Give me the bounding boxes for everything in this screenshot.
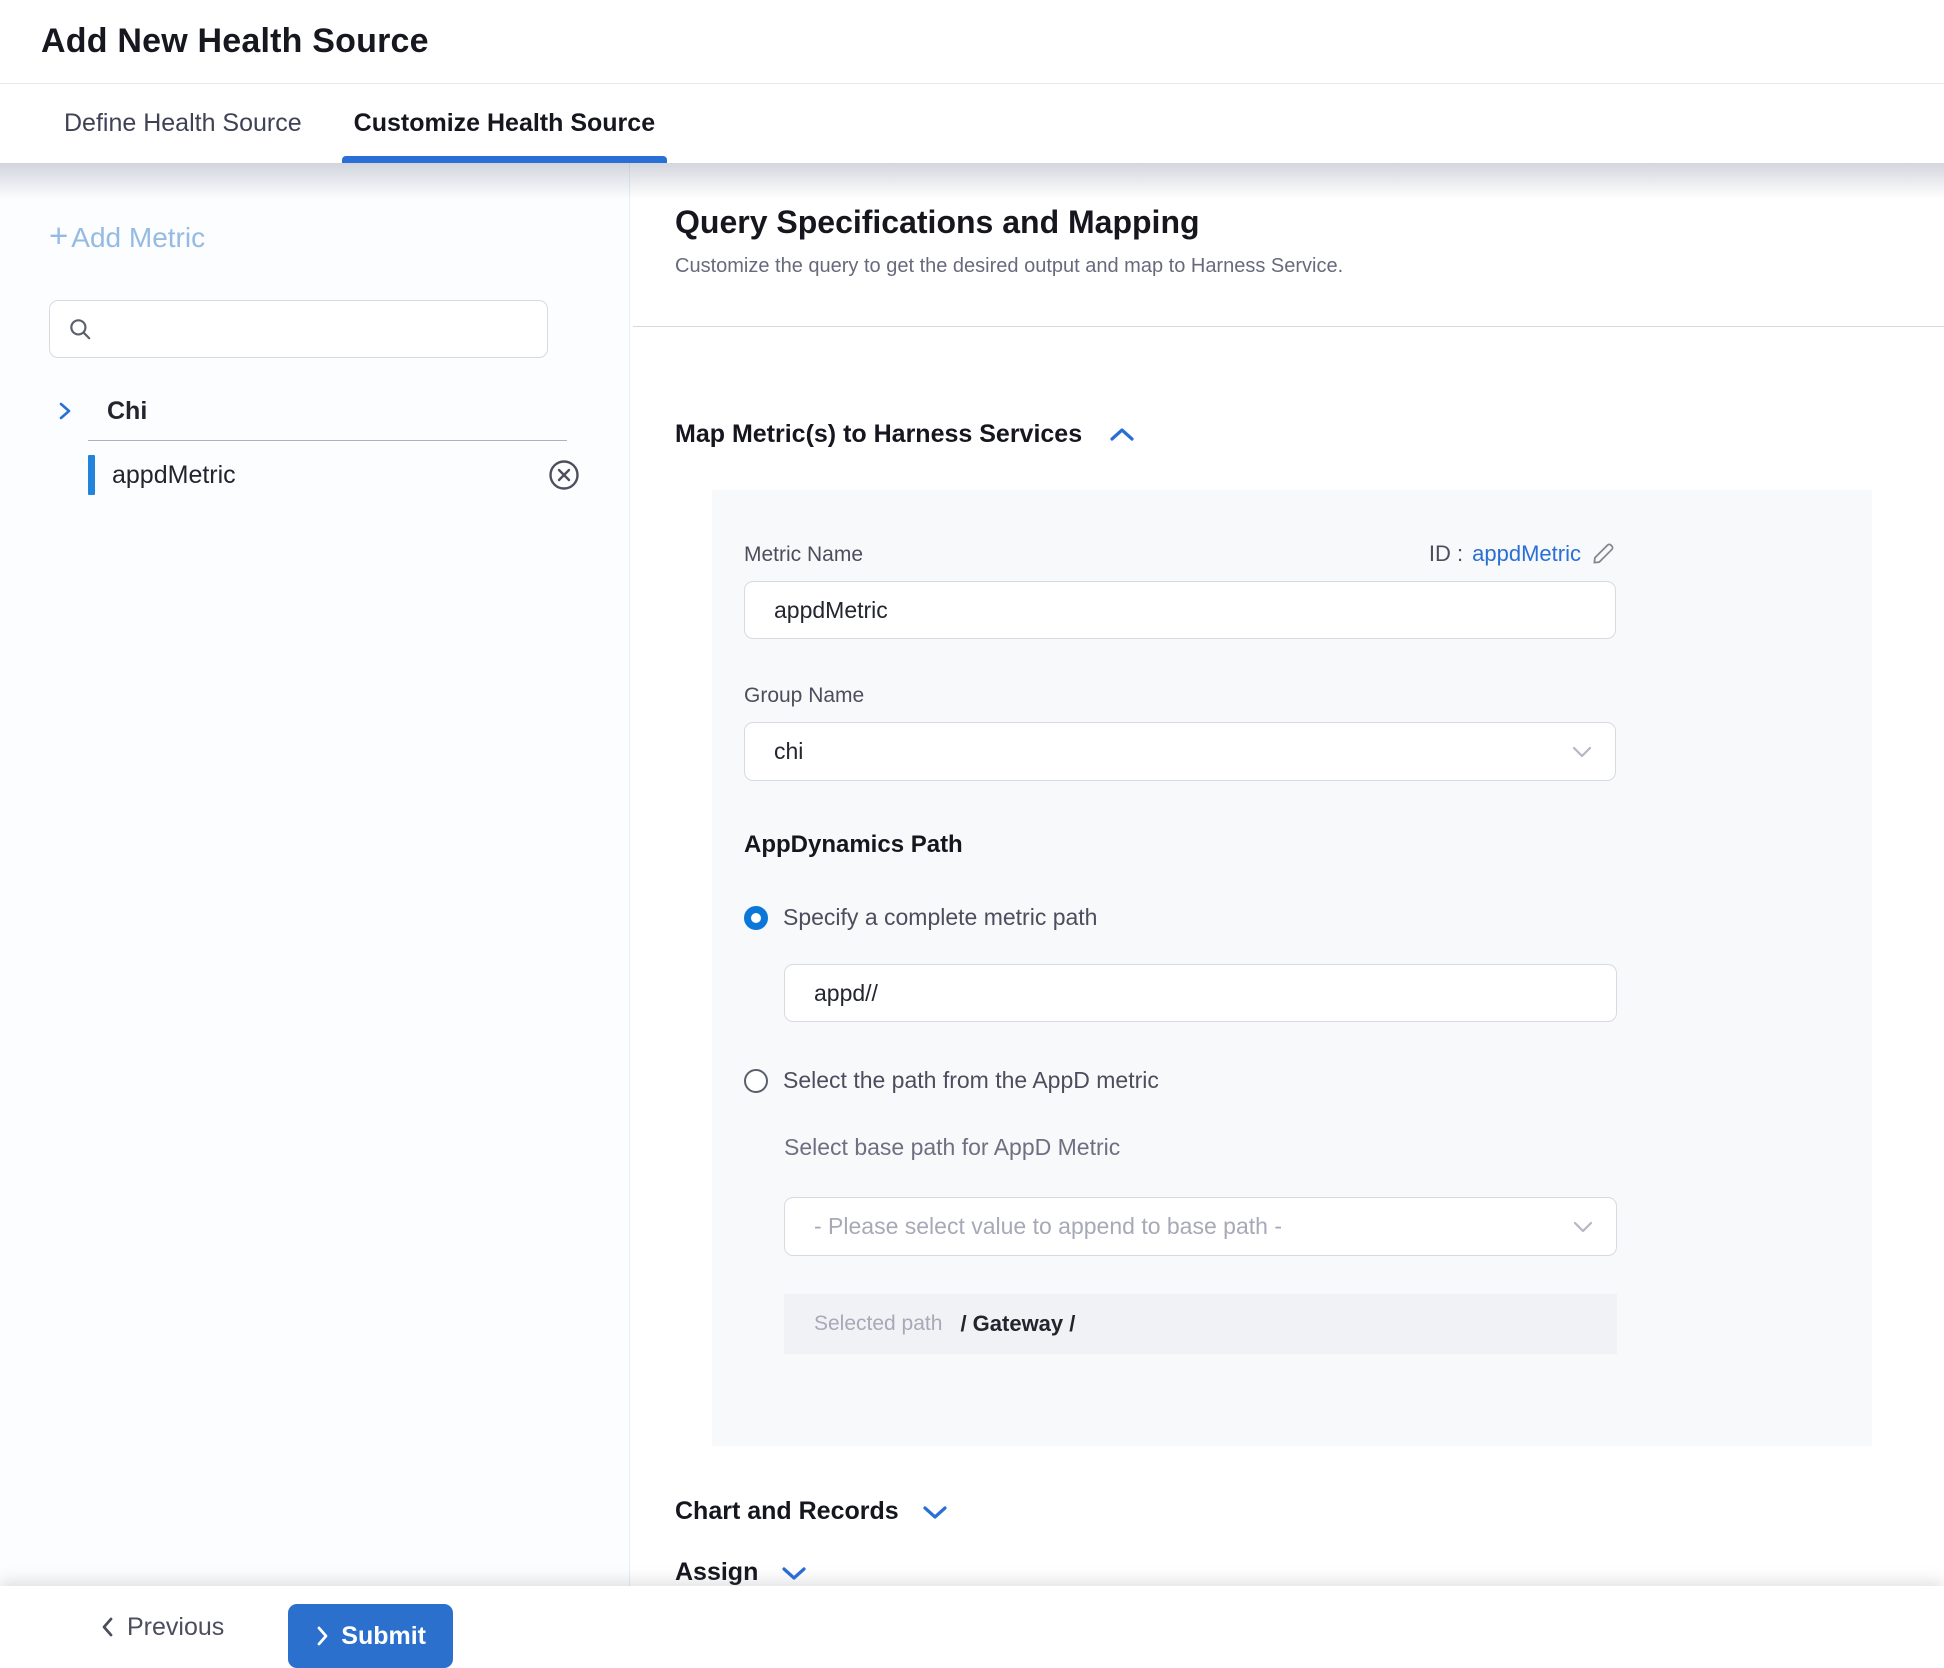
query-spec-panel: Query Specifications and Mapping Customi…	[630, 163, 1944, 1586]
metric-group-row[interactable]: Chi	[49, 388, 567, 434]
chevron-right-icon	[56, 399, 74, 423]
metric-id-link[interactable]: appdMetric	[1472, 541, 1581, 567]
group-name-label: Group Name	[744, 684, 1872, 708]
tab-define-health-source[interactable]: Define Health Source	[52, 84, 314, 163]
chevron-down-icon	[1571, 745, 1593, 759]
metric-search-box[interactable]	[49, 300, 548, 358]
metric-name-input[interactable]	[744, 581, 1616, 639]
wizard-footer: Previous Submit	[0, 1586, 1944, 1668]
section-divider	[633, 326, 1944, 327]
submit-button[interactable]: Submit	[288, 1604, 453, 1668]
remove-circle-x-icon	[547, 458, 581, 492]
metric-id-label: ID :	[1429, 541, 1463, 567]
metric-search-input[interactable]	[103, 301, 547, 357]
page-title: Add New Health Source	[41, 22, 429, 61]
tree-divider	[88, 440, 567, 441]
metric-list-item[interactable]: appdMetric	[49, 451, 567, 499]
previous-button-label: Previous	[127, 1613, 224, 1642]
search-icon	[67, 316, 93, 342]
tab-customize-health-source[interactable]: Customize Health Source	[342, 84, 667, 163]
base-path-placeholder: - Please select value to append to base …	[814, 1213, 1282, 1240]
chevron-down-icon	[780, 1564, 808, 1582]
chevron-down-icon	[1572, 1220, 1594, 1234]
radio-complete-metric-path[interactable]	[744, 906, 768, 930]
selected-path-value: / Gateway /	[960, 1311, 1075, 1337]
chevron-right-icon	[315, 1625, 329, 1647]
radio-complete-metric-path-label[interactable]: Specify a complete metric path	[783, 904, 1097, 931]
metric-name-label: Metric Name	[744, 543, 863, 567]
add-metric-button[interactable]: + Add Metric	[49, 221, 205, 254]
dialog-header: Add New Health Source	[0, 0, 1944, 84]
tab-bar: Define Health Source Customize Health So…	[0, 84, 1944, 163]
chart-and-records-section-header[interactable]: Chart and Records	[675, 1497, 1944, 1526]
selected-metric-accent-bar	[88, 455, 95, 495]
assign-title: Assign	[675, 1558, 758, 1586]
metrics-sidebar: + Add Metric Chi appdMetric	[0, 163, 630, 1586]
assign-section-header[interactable]: Assign	[675, 1558, 1944, 1586]
chevron-left-icon	[100, 1616, 114, 1638]
map-metrics-section-title: Map Metric(s) to Harness Services	[675, 420, 1082, 449]
radio-select-path-from-appd-label[interactable]: Select the path from the AppD metric	[783, 1067, 1159, 1094]
plus-icon: +	[49, 219, 68, 252]
appdynamics-path-heading: AppDynamics Path	[744, 831, 1872, 859]
base-path-label: Select base path for AppD Metric	[784, 1134, 1872, 1161]
radio-select-path-from-appd[interactable]	[744, 1069, 768, 1093]
group-name-value: chi	[774, 738, 803, 765]
content-area: + Add Metric Chi appdMetric	[0, 163, 1944, 1586]
add-metric-label: Add Metric	[71, 222, 205, 254]
section-page-title: Query Specifications and Mapping	[675, 204, 1944, 241]
selected-path-label: Selected path	[814, 1312, 942, 1336]
previous-button[interactable]: Previous	[100, 1613, 224, 1642]
selected-path-bar: Selected path / Gateway /	[784, 1294, 1617, 1354]
submit-button-label: Submit	[341, 1622, 426, 1651]
metric-group-label: Chi	[107, 397, 147, 426]
chevron-down-icon	[921, 1503, 949, 1521]
edit-pencil-icon	[1590, 541, 1616, 567]
edit-id-button[interactable]	[1590, 541, 1616, 567]
metric-item-label: appdMetric	[112, 461, 547, 490]
metrics-tree: Chi appdMetric	[49, 388, 567, 499]
remove-metric-button[interactable]	[547, 458, 581, 492]
metric-mapping-card: Metric Name ID : appdMetric Group Name c…	[712, 490, 1872, 1446]
group-name-select[interactable]: chi	[744, 722, 1616, 781]
chevron-up-icon	[1108, 426, 1136, 444]
complete-metric-path-input[interactable]	[784, 964, 1617, 1022]
section-page-subtitle: Customize the query to get the desired o…	[675, 255, 1944, 278]
map-metrics-section-header[interactable]: Map Metric(s) to Harness Services	[675, 420, 1944, 449]
chart-and-records-title: Chart and Records	[675, 1497, 899, 1526]
base-path-select[interactable]: - Please select value to append to base …	[784, 1197, 1617, 1256]
